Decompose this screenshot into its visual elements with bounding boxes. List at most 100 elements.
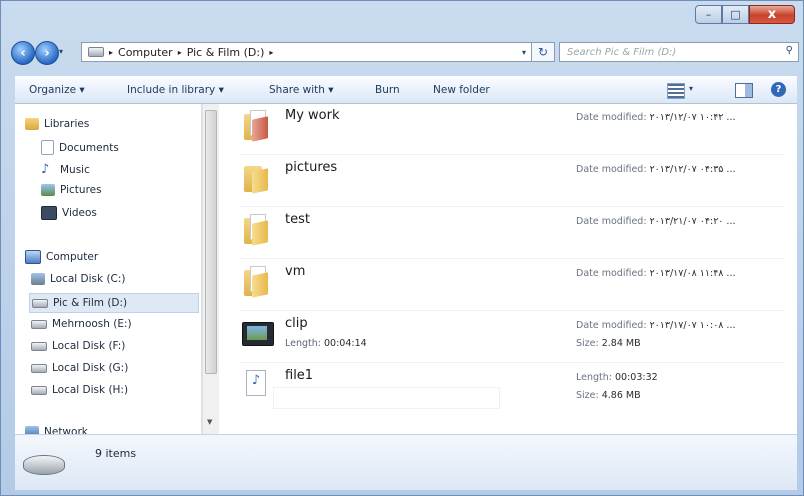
sidebar-item-music[interactable]: ♪ Music (41, 162, 90, 177)
caption-buttons: – □ x (695, 5, 795, 24)
sidebar-item-label: Local Disk (F:) (52, 340, 126, 352)
sidebar-item-videos[interactable]: Videos (41, 206, 97, 220)
navigation-pane: Libraries Documents ♪ Music Pictures Vid… (15, 104, 202, 434)
file-date: Date modified: ۲۰۱۳/۱۷/۰۸ ۱۱:۴۸ ... (576, 268, 736, 279)
sidebar-item-label: Music (60, 163, 90, 176)
sidebar-item-documents[interactable]: Documents (41, 140, 119, 155)
arrow-right-icon: › (44, 45, 50, 61)
scroll-down-arrow[interactable]: ▼ (207, 418, 212, 426)
search-placeholder: Search Pic & Film (D:) (567, 46, 677, 58)
drive-large-icon (23, 455, 65, 475)
drive-icon (32, 298, 48, 308)
file-name: pictures (285, 160, 338, 175)
list-item[interactable]: test Date modified: ۲۰۱۳/۲۱/۰۷ ۰۴:۲۰ ... (240, 208, 785, 259)
list-item[interactable]: clip Length: 00:04:14 Date modified: ۲۰۱… (240, 312, 785, 363)
drive-icon (31, 385, 47, 395)
videos-icon (41, 206, 57, 220)
back-button[interactable]: ‹ (11, 41, 35, 65)
list-item[interactable]: ♪ file1 Length: 00:03:32 Size: 4.86 MB (240, 364, 785, 414)
sidebar-item-local-disk-c[interactable]: Local Disk (C:) (31, 273, 126, 285)
arrow-left-icon: ‹ (20, 45, 26, 61)
file-date: Date modified: ۲۰۱۳/۲۱/۰۷ ۰۴:۲۰ ... (576, 216, 736, 227)
sidebar-item-label: Local Disk (H:) (52, 384, 129, 396)
file-name: clip (285, 316, 308, 331)
sidebar-item-mehrnoosh-e[interactable]: Mehrnoosh (E:) (31, 318, 132, 330)
preview-pane-icon[interactable] (735, 83, 753, 98)
sidebar-item-local-disk-h[interactable]: Local Disk (H:) (31, 384, 128, 396)
sidebar-item-computer[interactable]: Computer (25, 250, 98, 264)
computer-icon (25, 250, 41, 264)
forward-button[interactable]: › (35, 41, 59, 65)
scrollbar-thumb[interactable] (205, 110, 217, 374)
sidebar-item-label: Libraries (44, 118, 90, 130)
list-item[interactable]: My work Date modified: ۲۰۱۳/۱۲/۰۷ ۱۰:۴۲ … (240, 104, 785, 155)
folder-icon (244, 266, 270, 298)
file-date: Date modified: ۲۰۱۳/۱۲/۰۷ ۰۴:۳۵ ... (576, 164, 736, 175)
music-icon: ♪ (41, 162, 50, 177)
item-count: 9 items (95, 447, 137, 460)
system-drive-icon (31, 273, 45, 285)
file-length: Length: 00:04:14 (285, 338, 367, 349)
sidebar-item-label: Local Disk (G:) (52, 362, 129, 374)
navigation-scrollbar[interactable]: ▼ (202, 104, 219, 434)
file-length: Length: 00:03:32 (576, 372, 658, 383)
details-pane: 9 items (15, 434, 797, 490)
views-dropdown-icon[interactable]: ▾ (689, 84, 693, 93)
folder-icon (244, 110, 270, 142)
address-dropdown-icon[interactable]: ▾ (522, 48, 526, 57)
views-icon[interactable] (667, 83, 685, 99)
sidebar-item-label: Videos (62, 207, 97, 219)
recent-pages-dropdown[interactable]: ▾ (59, 47, 63, 56)
file-name: test (285, 212, 310, 227)
minimize-button[interactable]: – (695, 5, 722, 24)
maximize-button[interactable]: □ (722, 5, 749, 24)
file-details-blank (274, 388, 499, 408)
sidebar-item-local-disk-g[interactable]: Local Disk (G:) (31, 362, 128, 374)
sidebar-item-label: Computer (46, 251, 99, 263)
help-icon[interactable]: ? (771, 82, 786, 97)
breadcrumb-separator: ▸ (269, 47, 274, 57)
file-name: My work (285, 108, 340, 123)
search-icon[interactable]: ⚲ (786, 45, 793, 56)
share-with-button[interactable]: Share with ▾ (269, 84, 334, 96)
new-folder-button[interactable]: New folder (433, 84, 490, 96)
list-item[interactable]: vm Date modified: ۲۰۱۳/۱۷/۰۸ ۱۱:۴۸ ... (240, 260, 785, 311)
drive-icon (88, 47, 104, 57)
drive-icon (31, 341, 47, 351)
folder-icon (244, 214, 270, 246)
file-size: Size: 2.84 MB (576, 338, 641, 349)
breadcrumb-computer[interactable]: Computer (118, 46, 173, 59)
file-date: Date modified: ۲۰۱۳/۱۷/۰۷ ۱۰:۰۸ ... (576, 320, 736, 331)
sidebar-item-label: Documents (59, 141, 119, 154)
sidebar-item-local-disk-f[interactable]: Local Disk (F:) (31, 340, 125, 352)
close-button[interactable]: x (749, 5, 795, 24)
breadcrumb-pic-film[interactable]: Pic & Film (D:) (187, 46, 265, 59)
drive-icon (31, 363, 47, 373)
sidebar-item-label: Pictures (60, 184, 102, 196)
search-input[interactable]: Search Pic & Film (D:) ⚲ (559, 42, 799, 62)
sidebar-item-libraries[interactable]: Libraries (25, 118, 89, 130)
file-name: vm (285, 264, 306, 279)
sidebar-item-label: Network (44, 426, 88, 434)
file-name: file1 (285, 368, 314, 383)
sidebar-item-label: Mehrnoosh (E:) (52, 318, 132, 330)
list-item[interactable]: pictures Date modified: ۲۰۱۳/۱۲/۰۷ ۰۴:۳۵… (240, 156, 785, 207)
refresh-icon: ↻ (537, 45, 549, 59)
documents-icon (41, 140, 54, 155)
video-icon (242, 322, 274, 346)
sidebar-item-pic-film-d[interactable]: Pic & Film (D:) (29, 293, 199, 313)
include-in-library-button[interactable]: Include in library ▾ (127, 84, 224, 96)
sidebar-item-pictures[interactable]: Pictures (41, 184, 102, 196)
address-bar[interactable]: ▸ Computer ▸ Pic & Film (D:) ▸ ▾ (81, 42, 533, 62)
libraries-icon (25, 118, 39, 130)
audio-file-icon: ♪ (246, 370, 266, 396)
organize-button[interactable]: Organize ▾ (29, 84, 85, 96)
network-icon (25, 426, 39, 434)
burn-button[interactable]: Burn (375, 84, 400, 96)
sidebar-item-label: Local Disk (C:) (50, 273, 126, 285)
drive-icon (31, 319, 47, 329)
folder-icon (244, 162, 270, 194)
refresh-button[interactable]: ↻ (531, 42, 555, 62)
address-row: ‹ › ▾ ▸ Computer ▸ Pic & Film (D:) ▸ ▾ ↻… (11, 39, 799, 65)
sidebar-item-network[interactable]: Network (25, 426, 88, 434)
